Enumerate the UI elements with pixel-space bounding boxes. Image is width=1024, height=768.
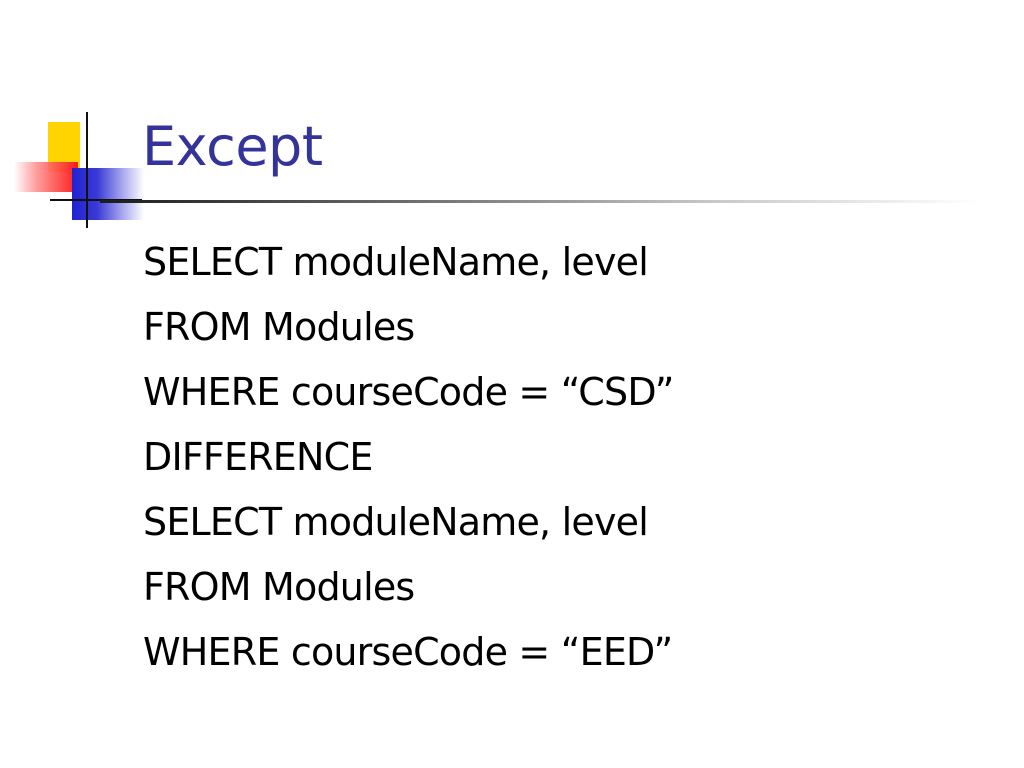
sql-line: FROM Modules <box>143 565 415 609</box>
sql-line: SELECT moduleName, level <box>143 500 649 544</box>
sql-line: WHERE courseCode = “EED” <box>143 630 673 674</box>
title-underline <box>100 200 980 203</box>
slide-title: Except <box>142 115 323 178</box>
ornament-vertical-line <box>86 112 88 228</box>
sql-query-lines: SELECT moduleName, level FROM Modules WH… <box>143 230 983 685</box>
slide: Except SELECT moduleName, level FROM Mod… <box>0 0 1024 768</box>
ornament-blue-square <box>72 168 144 220</box>
ornament-red-bar <box>14 162 78 192</box>
sql-line: DIFFERENCE <box>143 435 373 479</box>
sql-line: WHERE courseCode = “CSD” <box>143 370 674 414</box>
sql-line: FROM Modules <box>143 305 415 349</box>
sql-line: SELECT moduleName, level <box>143 240 649 284</box>
